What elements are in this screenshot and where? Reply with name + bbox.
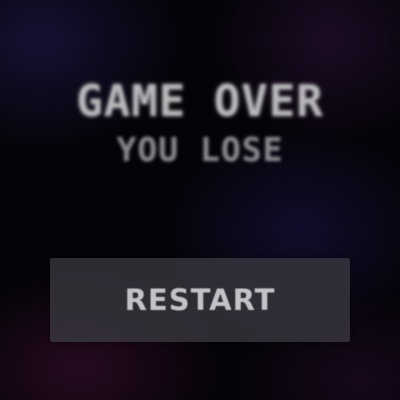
restart-button[interactable]: RESTART xyxy=(50,258,350,342)
restart-button-label: RESTART xyxy=(124,283,276,317)
game-over-title: GAME OVER xyxy=(76,76,324,127)
game-over-screen: GAME OVER YOU LOSE RESTART xyxy=(0,0,400,400)
game-over-subtitle: YOU LOSE xyxy=(116,130,284,169)
